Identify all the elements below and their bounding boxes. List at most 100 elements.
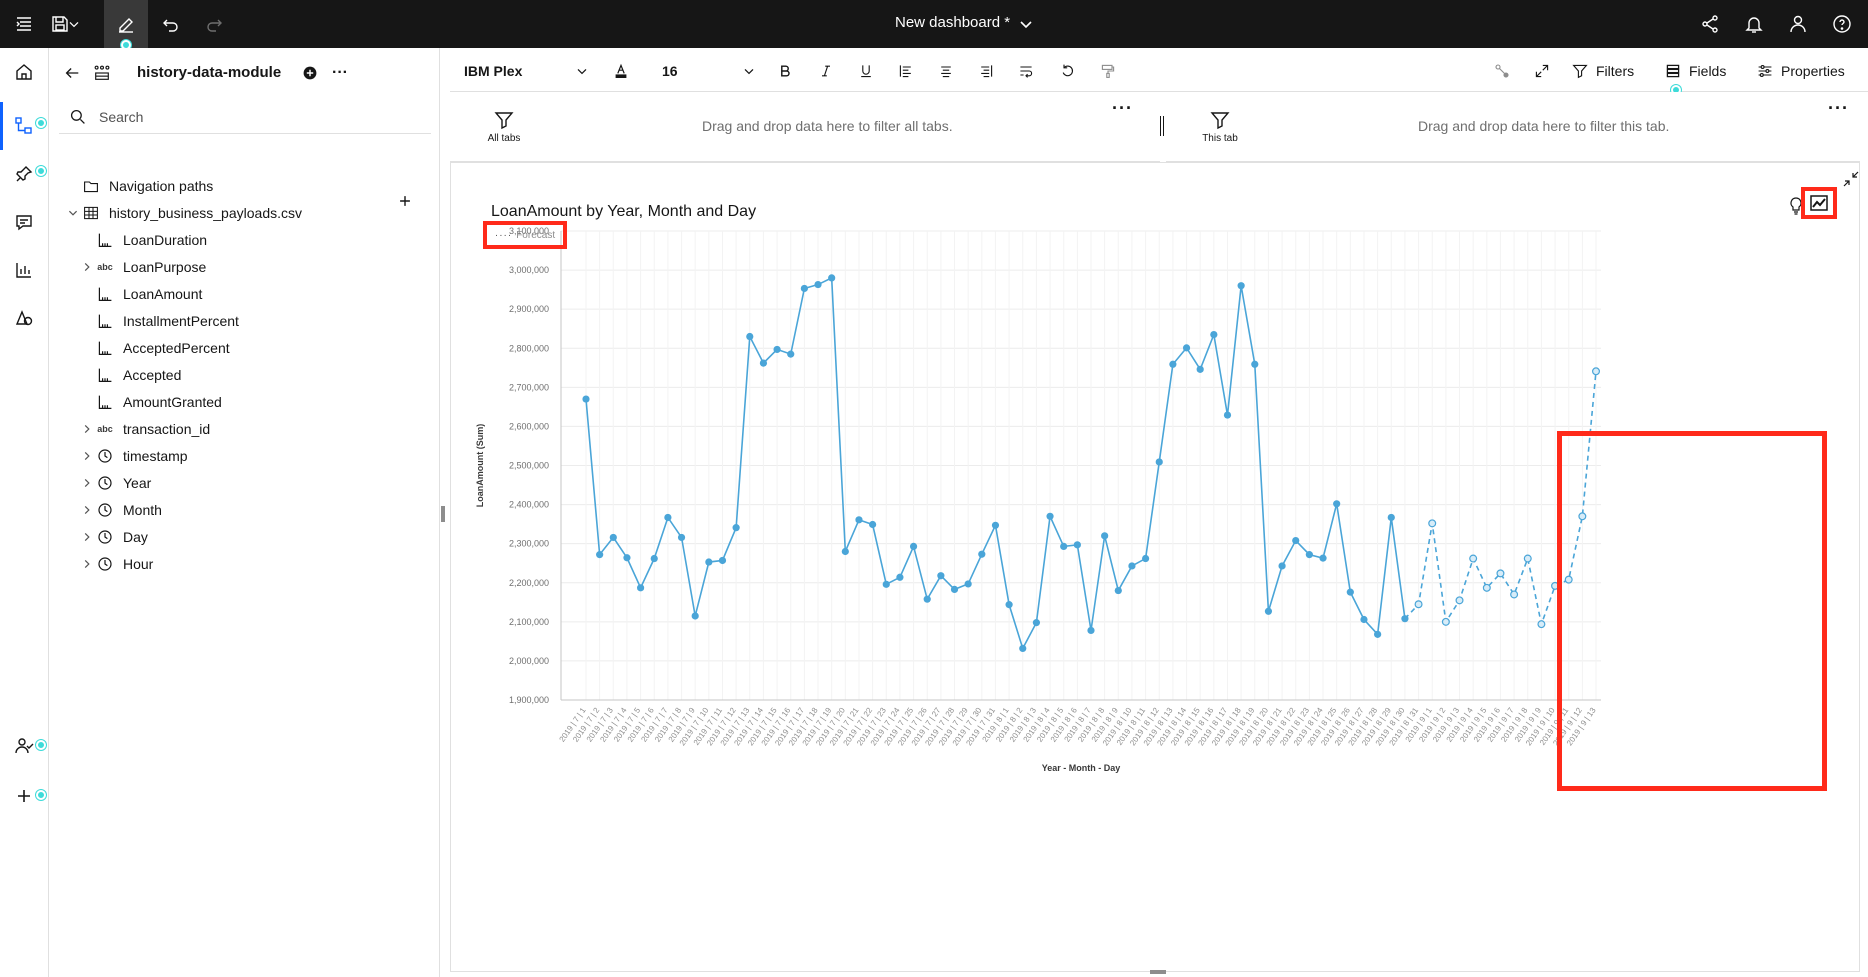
fields-button[interactable]: Fields — [1665, 60, 1726, 82]
tree-item[interactable]: AmountGranted — [79, 388, 222, 416]
tree-item[interactable]: Navigation paths — [65, 172, 213, 200]
tree-item[interactable]: Year — [79, 469, 151, 497]
expand-icon[interactable] — [1534, 60, 1550, 82]
tree-item[interactable]: timestamp — [79, 442, 188, 470]
chevron-down-icon[interactable] — [1012, 10, 1040, 38]
user-icon[interactable] — [1784, 10, 1812, 38]
data-point — [896, 573, 904, 581]
tree-item-label: transaction_id — [123, 421, 211, 437]
measure-icon — [95, 338, 115, 358]
y-tick-label: 2,400,000 — [509, 500, 549, 510]
font-size-select[interactable]: 16 — [662, 60, 678, 82]
forecast-legend[interactable]: ···· Forecast — [483, 221, 567, 249]
chevron-right-icon[interactable] — [79, 531, 95, 543]
this-tab-filter-zone[interactable]: This tab Drag and drop data here to filt… — [1166, 92, 1860, 162]
tree-item[interactable]: AcceptedPercent — [79, 334, 230, 362]
y-axis-title: LoanAmount (Sum) — [475, 424, 485, 508]
menu-icon[interactable] — [10, 10, 38, 38]
chevron-down-icon[interactable] — [574, 60, 590, 82]
notification-icon[interactable] — [1740, 10, 1768, 38]
bold-icon[interactable] — [777, 60, 793, 82]
underline-icon[interactable] — [858, 60, 874, 82]
visualization-type-icon[interactable] — [1801, 187, 1837, 219]
data-point — [800, 284, 808, 293]
forecast-point — [1469, 554, 1478, 563]
data-point — [882, 580, 890, 588]
data-point — [609, 533, 617, 542]
chevron-down-icon[interactable] — [65, 207, 81, 219]
all-tabs-filter-zone[interactable]: All tabs Drag and drop data here to filt… — [450, 92, 1160, 162]
pin-icon[interactable] — [12, 162, 36, 186]
chevron-right-icon[interactable] — [79, 450, 95, 462]
format-painter-icon[interactable] — [1100, 60, 1116, 82]
overflow-menu-icon[interactable]: ··· — [1828, 98, 1849, 119]
chevron-down-icon[interactable] — [741, 60, 757, 82]
chevron-right-icon[interactable] — [79, 504, 95, 516]
data-point — [1128, 562, 1136, 570]
tree-item[interactable]: Hour — [79, 550, 153, 578]
align-left-icon[interactable] — [898, 60, 914, 82]
chevron-right-icon[interactable] — [79, 423, 95, 435]
help-icon[interactable] — [1828, 10, 1856, 38]
tree-item[interactable]: InstallmentPercent — [79, 307, 239, 335]
tree-item-label: Navigation paths — [109, 178, 214, 194]
collapse-icon[interactable] — [1843, 171, 1859, 192]
comment-icon[interactable] — [12, 210, 36, 234]
tree-item[interactable]: Day — [79, 523, 148, 551]
user-check-icon[interactable] — [12, 734, 36, 758]
shapes-icon[interactable] — [12, 306, 36, 330]
home-icon[interactable] — [12, 60, 36, 84]
tree-item[interactable]: abc LoanPurpose — [79, 253, 206, 281]
redo-icon[interactable] — [200, 10, 228, 38]
tree-item[interactable]: history_business_payloads.csv — [65, 199, 302, 227]
this-tab-filter[interactable]: This tab — [1200, 110, 1240, 144]
align-center-icon[interactable] — [938, 60, 954, 82]
filters-button[interactable]: Filters — [1572, 60, 1634, 82]
align-right-icon[interactable] — [978, 60, 994, 82]
chevron-right-icon[interactable] — [79, 558, 95, 570]
clock-icon — [95, 446, 115, 466]
undo-icon[interactable] — [157, 10, 185, 38]
tree-item-label: Hour — [123, 556, 154, 572]
add-source-icon[interactable] — [299, 62, 321, 84]
visualizations-icon[interactable] — [12, 258, 36, 282]
data-sources-icon[interactable] — [12, 114, 36, 138]
all-tabs-hint: Drag and drop data here to filter all ta… — [702, 118, 953, 134]
chevron-right-icon[interactable] — [79, 477, 95, 489]
chevron-down-icon[interactable] — [66, 10, 82, 38]
y-tick-label: 2,900,000 — [509, 304, 549, 314]
text-icon: abc — [97, 262, 113, 272]
data-point — [636, 584, 645, 592]
add-navigation-path-icon[interactable] — [394, 190, 416, 212]
properties-button[interactable]: Properties — [1757, 60, 1845, 82]
tree-item[interactable]: Month — [79, 496, 162, 524]
data-point — [855, 516, 863, 524]
tree-item[interactable]: LoanDuration — [79, 226, 207, 254]
all-tabs-filter[interactable]: All tabs — [484, 110, 524, 144]
data-point — [596, 551, 604, 559]
chevron-right-icon[interactable] — [79, 261, 95, 273]
overflow-menu-icon[interactable]: ··· — [329, 62, 351, 84]
wrap-text-icon[interactable] — [1018, 60, 1034, 82]
italic-icon[interactable] — [818, 60, 834, 82]
line-chart-widget[interactable]: 1,900,000 2,000,000 2,100,000 2,200,000 2,30… — [451, 163, 1861, 973]
search-input[interactable]: Search — [59, 100, 431, 134]
module-name: history-data-module — [137, 64, 282, 81]
edit-mode-toggle[interactable] — [104, 0, 148, 50]
tree-item[interactable]: abc transaction_id — [79, 415, 210, 443]
reset-icon[interactable] — [1060, 60, 1076, 82]
canvas-resize-handle[interactable] — [1150, 970, 1166, 974]
tree-item[interactable]: Accepted — [79, 361, 181, 389]
filter-divider-handle[interactable] — [1160, 116, 1164, 136]
share-icon[interactable] — [1696, 10, 1724, 38]
connect-icon[interactable] — [1494, 60, 1510, 82]
add-icon[interactable] — [12, 784, 36, 808]
font-family-select[interactable]: IBM Plex — [464, 60, 522, 82]
back-arrow-icon[interactable] — [61, 62, 83, 84]
tree-item[interactable]: LoanAmount — [79, 280, 202, 308]
filter-icon — [1210, 112, 1230, 130]
dashboard-title[interactable]: New dashboard * — [895, 14, 1010, 31]
overflow-menu-icon[interactable]: ··· — [1112, 98, 1133, 119]
panel-resize-handle[interactable] — [441, 506, 445, 522]
text-color-icon[interactable] — [613, 60, 629, 82]
